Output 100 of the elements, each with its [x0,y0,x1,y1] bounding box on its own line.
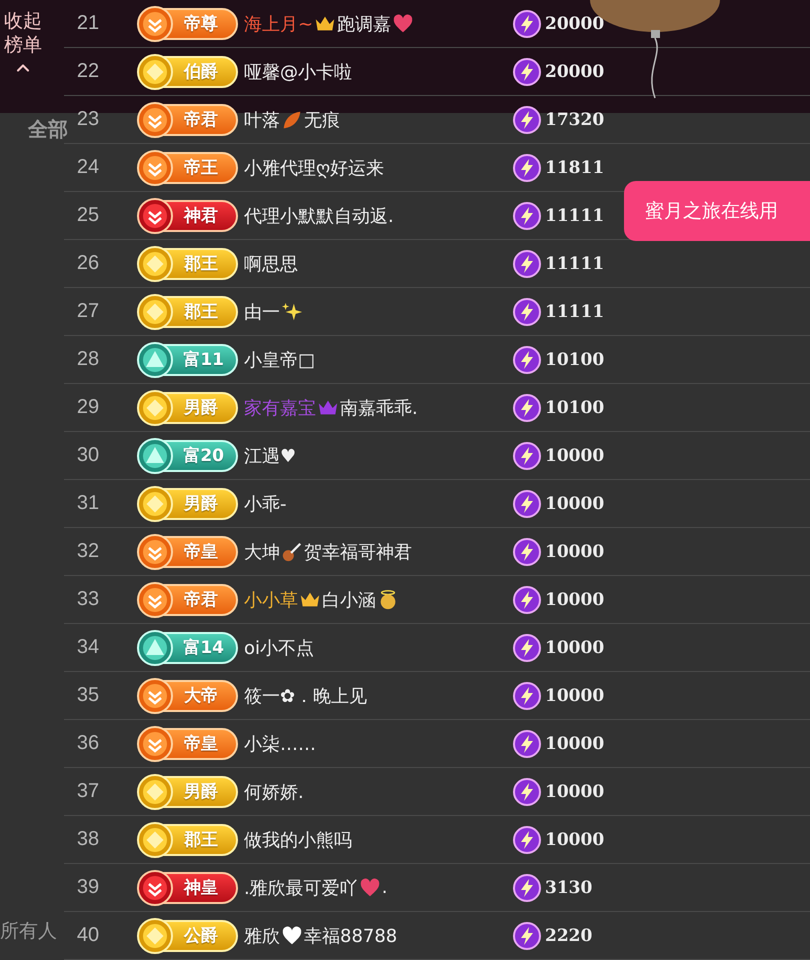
user-name: 叶落 [244,108,280,132]
user-name: oi小不点 [244,636,314,660]
user-name: 小柒…… [244,732,316,756]
user-name: 江遇♥ [244,444,296,468]
user-name: 南嘉乖乖. [340,396,418,420]
badge-emblem-icon [136,532,174,570]
lightning-coin-icon [512,584,542,614]
user-name: 小皇帝□ [244,348,316,372]
badge-emblem-icon [136,868,174,906]
badge-emblem-icon [136,100,174,138]
rank-number: 33 [76,588,100,611]
badge-emblem-icon [136,724,174,762]
user-name: 做我的小熊吗 [244,828,352,852]
lightning-coin-icon [512,344,542,374]
lightning-coin-icon [512,872,542,902]
lightning-coin-icon [512,56,542,86]
rank-number: 24 [76,156,100,179]
badge-emblem-icon [136,340,174,378]
rank-number: 22 [76,60,100,83]
badge-emblem-icon [136,580,174,618]
rank-number: 28 [76,348,100,371]
rank-number: 34 [76,636,100,659]
lightning-coin-icon [512,680,542,710]
score-value: 10000 [545,446,604,466]
score-value: 10000 [545,830,604,850]
lightning-coin-icon [512,488,542,518]
score-value: 10100 [545,350,604,370]
lightning-coin-icon [512,392,542,422]
rank-number: 30 [76,444,100,467]
badge-emblem-icon [136,52,174,90]
lightning-coin-icon [512,632,542,662]
user-name: 何娇娇. [244,780,304,804]
rank-number: 35 [76,684,100,707]
lightning-coin-icon [512,920,542,950]
user-name: 雅欣 [244,924,280,948]
user-name: 家有嘉宝 [244,396,316,420]
rank-number: 21 [76,12,100,35]
user-name: 由一 [244,300,280,324]
user-name: 筱一✿．晚上见 [244,684,368,708]
rank-number: 32 [76,540,100,563]
score-value: 3130 [545,878,592,898]
badge-emblem-icon [136,148,174,186]
lightning-coin-icon [512,104,542,134]
lightning-coin-icon [512,200,542,230]
score-value: 10000 [545,734,604,754]
score-value: 11111 [545,254,604,274]
online-users-toast: 蜜月之旅在线用 [624,181,810,241]
score-value: 10000 [545,590,604,610]
lightning-coin-icon [512,248,542,278]
lightning-coin-icon [512,536,542,566]
badge-emblem-icon [136,388,174,426]
badge-emblem-icon [136,916,174,954]
lightning-coin-icon [512,296,542,326]
user-name: 小小草 [244,588,298,612]
user-name: 小乖- [244,492,286,516]
badge-emblem-icon [136,4,174,42]
badge-emblem-icon [136,820,174,858]
user-name: 哑馨@小卡啦 [244,60,352,84]
rank-number: 23 [76,108,100,131]
rank-number: 36 [76,732,100,755]
user-name: 跑调嘉 [337,12,392,36]
lightning-coin-icon [512,824,542,854]
user-name: 海上月~ [244,12,314,36]
score-value: 10000 [545,686,604,706]
user-name: .雅欣最可爱吖 [244,876,358,900]
score-value: 10100 [545,398,604,418]
user-name: 幸福88788 [304,924,398,948]
score-value: 11811 [545,158,604,178]
rank-number: 39 [76,876,100,899]
score-value: 20000 [545,14,604,34]
lightning-coin-icon [512,728,542,758]
rank-number: 40 [76,924,100,947]
recipient-label: 所有人 [0,919,57,944]
score-value: 10000 [545,638,604,658]
user-name: 大坤 [244,540,280,564]
score-value: 11111 [545,302,604,322]
lightning-coin-icon [512,152,542,182]
badge-emblem-icon [136,244,174,282]
rank-number: 25 [76,204,100,227]
user-name: 白小涵 [322,588,376,612]
badge-emblem-icon [136,772,174,810]
badge-emblem-icon [136,436,174,474]
lightning-coin-icon [512,440,542,470]
collapse-ranking-button[interactable]: 收起榜单 [0,10,44,78]
badge-emblem-icon [136,628,174,666]
user-name: 代理小默默自动返. [244,204,394,228]
rank-number: 37 [76,780,100,803]
rank-number: 31 [76,492,100,515]
rank-number: 29 [76,396,100,419]
user-name: 小雅代理ღ好运来 [244,156,384,180]
user-name: 啊思思 [244,252,298,276]
rank-number: 26 [76,252,100,275]
score-value: 10000 [545,542,604,562]
score-value: 10000 [545,494,604,514]
score-value: 20000 [545,62,604,82]
badge-emblem-icon [136,676,174,714]
rank-number: 38 [76,828,100,851]
lightning-coin-icon [512,776,542,806]
lightning-coin-icon [512,8,542,38]
user-name: 贺幸福哥神君 [304,540,412,564]
